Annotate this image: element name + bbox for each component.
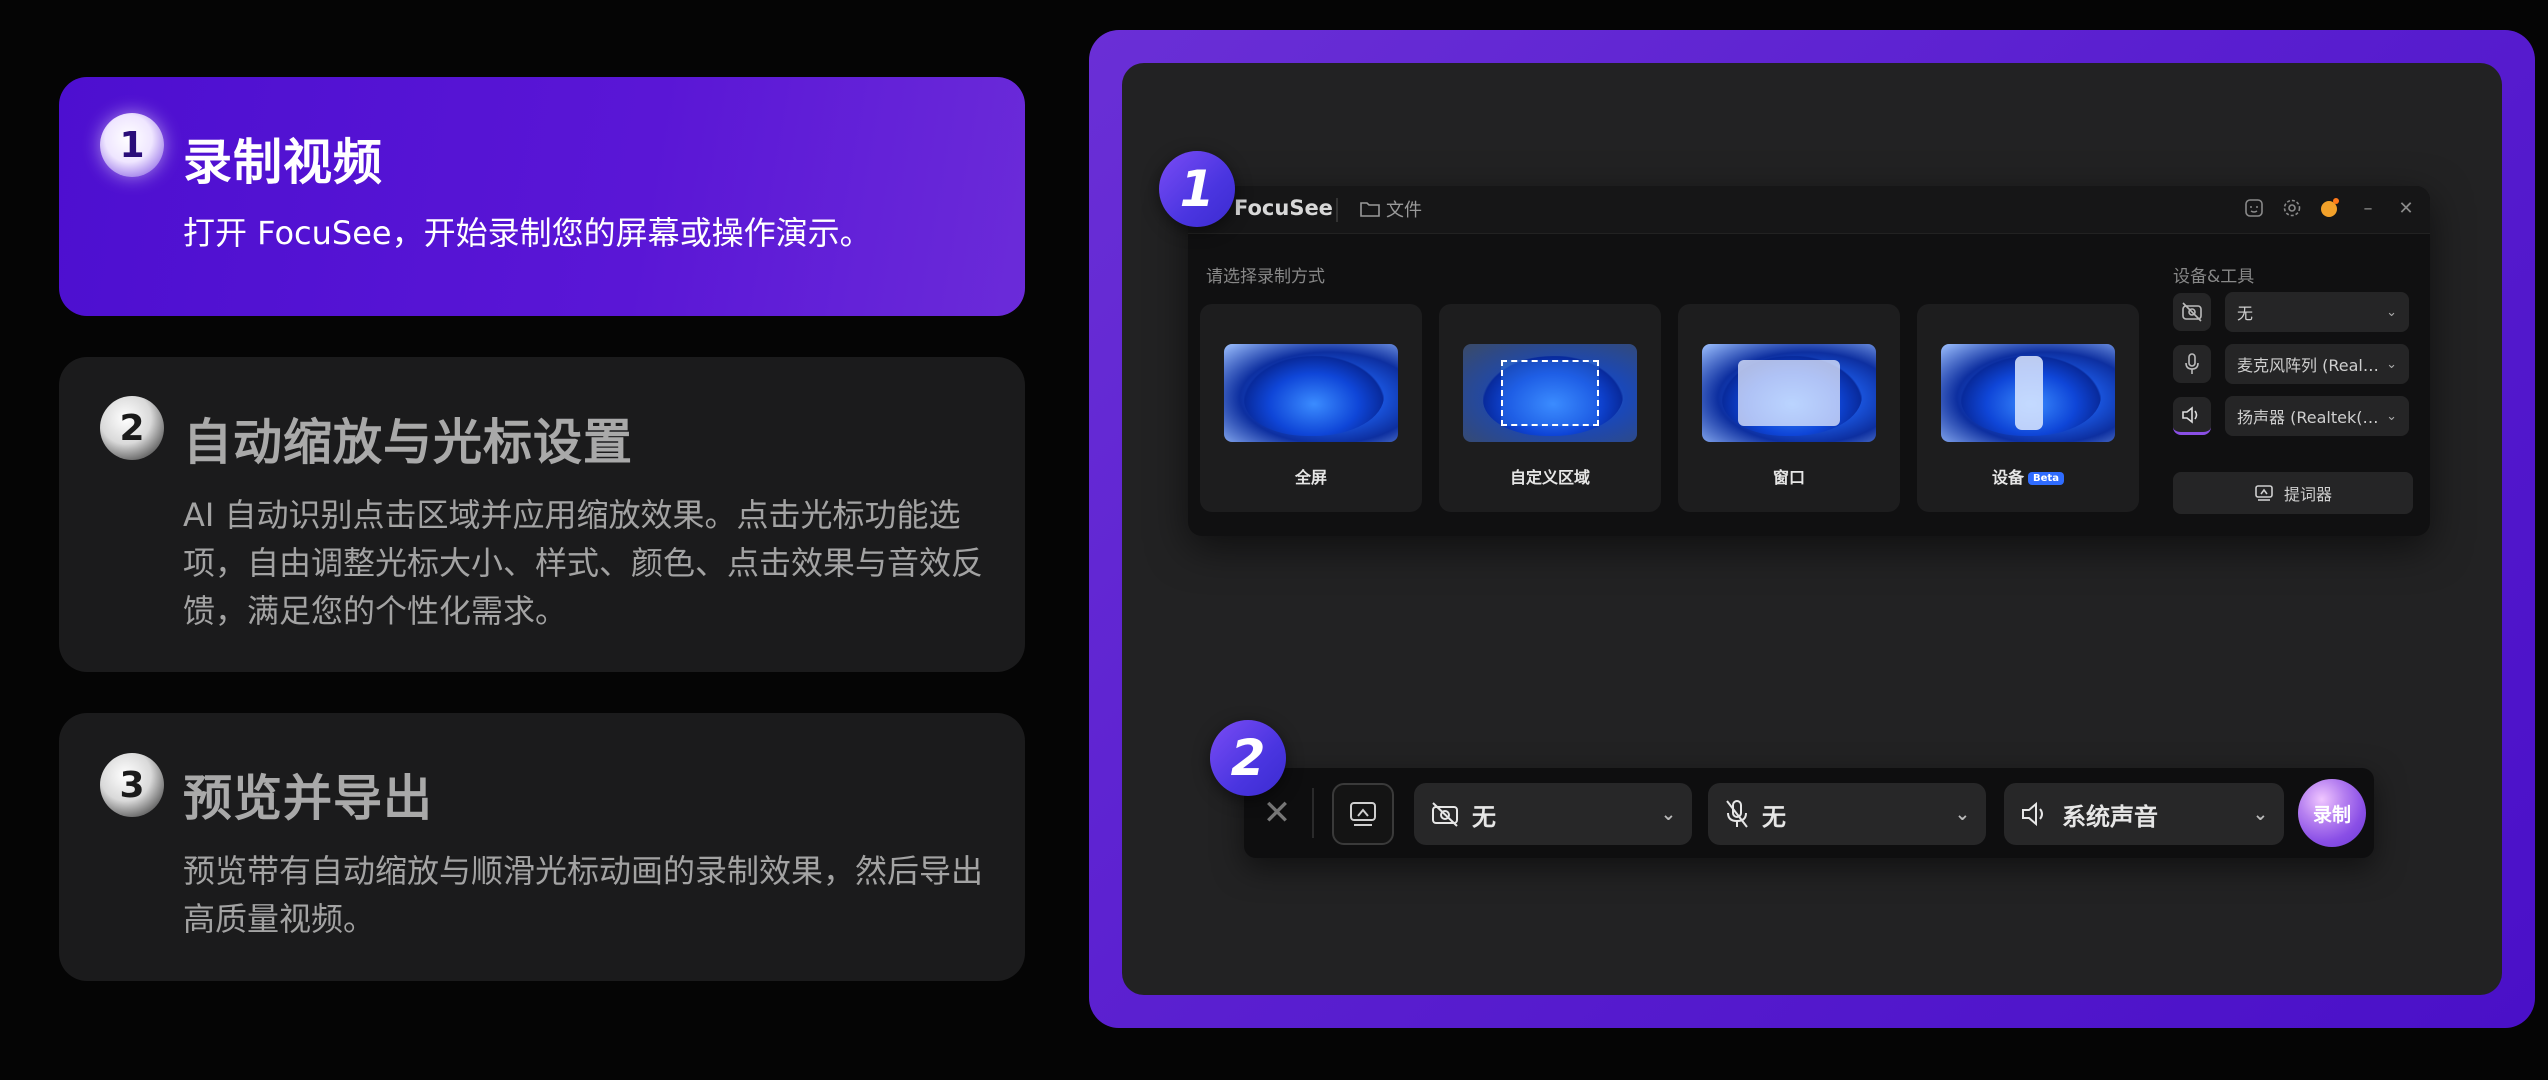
chevron-down-icon: ⌄: [1660, 803, 1676, 825]
microphone-off-icon: [1724, 799, 1750, 829]
toolbar-camera-select[interactable]: 无 ⌄: [1414, 783, 1692, 845]
beta-badge: Beta: [2028, 472, 2064, 485]
toolbar-audio-select[interactable]: 系统声音 ⌄: [2004, 783, 2284, 845]
step-number: 1: [100, 113, 164, 177]
step-badge-2: 2: [1210, 720, 1286, 796]
camera-tool-row: 无 ⌄: [2173, 292, 2413, 332]
gear-icon[interactable]: [2280, 196, 2304, 220]
step-title: 录制视频: [183, 134, 384, 191]
mode-name: 全屏: [1294, 468, 1327, 487]
mode-section-label: 请选择录制方式: [1206, 267, 1325, 287]
toolbar-audio-value: 系统声音: [2062, 802, 2158, 831]
device-label: 设备: [1992, 468, 2025, 487]
mode-card-device[interactable]: 设备 Beta: [1917, 304, 2139, 512]
screen-select-button[interactable]: [1332, 783, 1394, 845]
chevron-down-icon: ⌄: [1954, 803, 1970, 825]
speaker-select-value: 扬声器 (Realtek(R) Audio): [2237, 408, 2380, 427]
speaker-icon[interactable]: [2173, 397, 2211, 435]
file-menu[interactable]: 文件: [1360, 196, 1422, 222]
chevron-down-icon: ⌄: [2386, 304, 2397, 320]
step-title: 自动缩放与光标设置: [183, 414, 634, 471]
camera-select[interactable]: 无 ⌄: [2225, 292, 2409, 332]
camera-off-icon[interactable]: [2173, 293, 2211, 331]
chevron-down-icon: ⌄: [2386, 356, 2397, 372]
chevron-down-icon: ⌄: [2386, 408, 2397, 424]
mode-card-window[interactable]: 窗口: [1678, 304, 1900, 512]
step-title: 预览并导出: [183, 770, 434, 827]
mode-name: 窗口: [1772, 468, 1805, 487]
recording-toolbar: ✕ 无 ⌄ 无 ⌄ 系统声音 ⌄ 录制: [1244, 768, 2374, 858]
step-badge-1: 1: [1159, 151, 1235, 227]
camera-select-value: 无: [2237, 304, 2254, 323]
prompter-label: 提词器: [2283, 485, 2332, 504]
step-card-record[interactable]: 1 录制视频 打开 FocuSee，开始录制您的屏幕或操作演示。: [59, 77, 1025, 316]
prompter-icon: [2254, 484, 2274, 502]
step-card-zoom-cursor[interactable]: 2 自动缩放与光标设置 AI 自动识别点击区域并应用缩放效果。点击光标功能选项，…: [59, 357, 1025, 672]
file-menu-label: 文件: [1386, 200, 1422, 221]
step-description: AI 自动识别点击区域并应用缩放效果。点击光标功能选项，自由调整光标大小、样式、…: [183, 496, 984, 630]
step-number: 2: [100, 396, 164, 460]
app-name: FocuSee: [1234, 196, 1333, 220]
speaker-select[interactable]: 扬声器 (Realtek(R) Audio) ⌄: [2225, 396, 2409, 436]
mode-name: 设备 Beta: [1917, 464, 2139, 488]
mic-select-value: 麦克风阵列 (Realtek(R) Audio): [2237, 356, 2380, 375]
prompter-button[interactable]: 提词器: [2173, 472, 2413, 514]
toolbar-divider: [1312, 788, 1314, 838]
folder-icon: [1360, 201, 1380, 217]
close-icon[interactable]: ✕: [2394, 196, 2418, 220]
step-description: 预览带有自动缩放与顺滑光标动画的录制效果，然后导出高质量视频。: [183, 852, 984, 938]
toolbar-camera-value: 无: [1472, 802, 1496, 831]
chevron-down-icon: ⌄: [2252, 803, 2268, 825]
speaker-icon: [2020, 801, 2050, 827]
close-icon[interactable]: ✕: [1254, 790, 1300, 836]
record-button[interactable]: 录制: [2298, 779, 2366, 847]
avatar-icon[interactable]: [2318, 196, 2342, 220]
screen-icon: [1348, 800, 1378, 828]
device-thumbnail: [1941, 344, 2115, 442]
toolbar-mic-value: 无: [1762, 802, 1786, 831]
mode-card-custom-area[interactable]: 自定义区域: [1439, 304, 1661, 512]
mode-card-fullscreen[interactable]: 全屏: [1200, 304, 1422, 512]
mic-tool-row: 麦克风阵列 (Realtek(R) Audio) ⌄: [2173, 344, 2413, 384]
app-titlebar: FocuSee 文件 – ✕: [1188, 186, 2430, 234]
tools-section-label: 设备&工具: [2173, 267, 2255, 287]
microphone-icon[interactable]: [2173, 345, 2211, 383]
mode-name: 自定义区域: [1509, 468, 1590, 487]
step-number: 3: [100, 753, 164, 817]
step-description: 打开 FocuSee，开始录制您的屏幕或操作演示。: [183, 214, 872, 252]
minimize-icon[interactable]: –: [2356, 196, 2380, 220]
focusee-app-window: FocuSee 文件 – ✕ 请选择录制方式 设备&工具 全屏 自定义区域 窗口…: [1188, 186, 2430, 536]
title-divider: [1336, 198, 1338, 222]
toolbar-mic-select[interactable]: 无 ⌄: [1708, 783, 1986, 845]
window-thumbnail: [1702, 344, 1876, 442]
fullscreen-thumbnail: [1224, 344, 1398, 442]
camera-off-icon: [1430, 801, 1460, 827]
step-card-preview-export[interactable]: 3 预览并导出 预览带有自动缩放与顺滑光标动画的录制效果，然后导出高质量视频。: [59, 713, 1025, 981]
feedback-icon[interactable]: [2242, 196, 2266, 220]
window-controls: – ✕: [2242, 196, 2418, 220]
mic-select[interactable]: 麦克风阵列 (Realtek(R) Audio) ⌄: [2225, 344, 2409, 384]
custom-area-thumbnail: [1463, 344, 1637, 442]
speaker-tool-row: 扬声器 (Realtek(R) Audio) ⌄: [2173, 396, 2413, 436]
